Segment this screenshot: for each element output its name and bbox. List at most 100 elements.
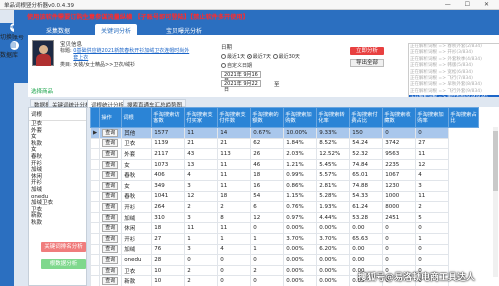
column-header[interactable]: 手淘搜索加购率	[415, 107, 450, 128]
table-row[interactable]: 查询 春秋 406 4 11 18 0.99% 5.57% 65.01 1067 4	[90, 169, 479, 181]
table-cell: 查询	[99, 201, 123, 213]
scrollbar-thumb[interactable]	[493, 131, 498, 191]
table-cell: 0	[382, 127, 417, 139]
table-cell: 查询	[99, 211, 123, 224]
table-row[interactable]: 查询 开衫 264 2 2 6 0.76% 1.93% 61.24 8000 2	[90, 201, 479, 213]
keyword-list-item[interactable]: 卫衣	[29, 121, 86, 128]
query-button[interactable]: 查询	[102, 139, 119, 148]
column-header[interactable]: 手淘搜索转化率	[316, 107, 351, 128]
keyword-list-header: 词根	[29, 108, 86, 121]
column-header[interactable]: 手淘搜索支付件数	[217, 107, 252, 128]
start-analysis-button[interactable]: 立即分析	[350, 47, 384, 55]
window-controls[interactable]: — ☐ ✕	[445, 1, 495, 8]
table-cell: 开衫	[121, 201, 153, 213]
table-row[interactable]: 查询女 349 3 11 16 0.86% 2.81% 74.88 1230 3	[90, 179, 479, 192]
table-cell: 查询	[99, 158, 123, 171]
table-row[interactable]: 查询 休闲 18 11 11 0 0.00% 0.00% 0.00 0 0	[90, 222, 479, 234]
keyword-list-item[interactable]: 春秋	[29, 154, 86, 161]
table-cell: 53.28	[349, 211, 384, 224]
table-cell: 1.84%	[283, 137, 318, 150]
table-cell: 1073	[151, 158, 186, 171]
start-date-input[interactable]: 2021年 9月16日	[221, 71, 261, 84]
table-cell: 12	[184, 190, 219, 203]
table-row[interactable]: 查询 卫衣 1139 21 21 62 1.84% 8.52% 54.24 3742 27	[90, 137, 479, 150]
table-row[interactable]: 查询 春秋 1041 12 18 54 1.15% 5.28% 54.33 1000 11	[90, 190, 479, 203]
query-button[interactable]: 查询	[102, 266, 119, 275]
query-button[interactable]: 查询	[102, 202, 119, 211]
database-button[interactable]: ▤ 数据库	[0, 41, 28, 59]
date-label: 日期	[221, 45, 233, 51]
keyword-list-item[interactable]: 女	[29, 147, 86, 154]
column-header[interactable]: 手淘搜索支付买家	[184, 107, 219, 128]
column-header[interactable]: 操作	[99, 107, 123, 128]
query-button[interactable]: 查询	[102, 277, 119, 286]
end-date-input[interactable]: 2021年 9月22日	[221, 80, 261, 93]
radio-custom-date[interactable]: 自定义日期	[221, 62, 321, 69]
keyword-list-item[interactable]: 女	[29, 134, 86, 141]
keyword-list-item[interactable]: 加绒卫衣	[29, 200, 86, 207]
table-row[interactable]: 查询 onedu 28 0 0 0 0.00% 0.00% 0.00 0 0	[90, 254, 479, 266]
table-cell: 查询	[99, 137, 123, 150]
export-all-button[interactable]: 导出全部	[350, 59, 384, 67]
column-header[interactable]: 手淘搜索加购数	[283, 107, 318, 128]
column-header[interactable]: 手淘搜索收藏数	[382, 107, 417, 128]
query-button[interactable]: 查询	[102, 128, 119, 137]
query-button[interactable]: 查询	[102, 160, 119, 169]
tab-trend-chart[interactable]: 搜索直通车汇总趋势图	[123, 99, 187, 109]
table-cell: 113	[217, 148, 252, 160]
column-header[interactable]	[90, 107, 101, 128]
product-image[interactable]	[32, 40, 54, 66]
column-header[interactable]: 手淘搜索占比	[448, 107, 480, 128]
query-button[interactable]: 查询	[102, 149, 119, 158]
table-cell: 0.00%	[316, 264, 351, 277]
table-row[interactable]: 查询 外套 2117 43 113 26 2.03% 12.52% 52.32 9563 11	[90, 148, 479, 160]
table-cell: 0.67%	[250, 127, 285, 139]
product-title-link[interactable]: 0基础供应链2021新款春秋开衫加绒卫衣连帽时尚外套上衣	[73, 48, 193, 62]
log-panel[interactable]: 正在解析词根 => 春秋外套(2/834) 正在解析词根 => 开衫(3/834)…	[408, 43, 499, 101]
column-header[interactable]: 手淘搜索访客数	[151, 107, 186, 128]
column-header[interactable]: 词根	[121, 107, 153, 128]
table-cell: 65.01	[349, 169, 384, 181]
radio-last-30-days[interactable]: 最近30天	[272, 54, 300, 60]
radio-last-7-days[interactable]: 最近7天	[246, 54, 271, 60]
query-button[interactable]: 查询	[102, 245, 119, 254]
query-button[interactable]: 查询	[102, 234, 119, 243]
table-row[interactable]: ▶ 查询 其他 1577 11 14 0.67% 10.00% 9.33% 150 0 0	[90, 127, 479, 139]
tab-root-stats[interactable]: 词根统计分析	[87, 99, 129, 109]
table-cell: 2.03%	[283, 148, 318, 160]
table-row[interactable]: 查询 开衫 27 1 1 1 3.70% 3.70% 65.63 0 1	[90, 232, 479, 245]
query-button[interactable]: 查询	[102, 171, 119, 180]
keyword-list-item[interactable]: 秋款	[29, 141, 86, 148]
select-product-link[interactable]: 选择商品	[31, 87, 53, 95]
table-cell: 查询	[99, 275, 123, 286]
table-cell: 0.86%	[283, 179, 318, 192]
keyword-list-item[interactable]: 开衫	[29, 180, 86, 187]
keyword-list-item[interactable]: 外套	[29, 128, 86, 135]
table-cell: 74.88	[349, 179, 384, 192]
keyword-list-item[interactable]: 加绒	[29, 187, 86, 194]
query-button[interactable]: 查询	[102, 181, 119, 190]
query-button[interactable]: 查询	[102, 213, 119, 222]
database-label: 数据库	[0, 52, 19, 59]
radio-last-1-day[interactable]: 最近1天	[221, 54, 245, 60]
query-button[interactable]: 查询	[102, 255, 119, 264]
query-button[interactable]: 查询	[102, 224, 119, 233]
table-row[interactable]: 查询女 1073 13 11 46 1.21% 5.45% 74.84 2235 12	[90, 158, 479, 171]
table-row[interactable]: 查询 加绒 310 3 8 12 0.97% 4.44% 53.28 2451 5	[90, 211, 479, 224]
row-indicator	[90, 275, 101, 286]
keyword-list-item[interactable]: 加绒	[29, 167, 86, 174]
table-row[interactable]: 查询 加绒 76 3 4 1 0.00% 6.20% 0.00 0 0	[90, 243, 479, 256]
query-button[interactable]: 查询	[102, 192, 119, 201]
column-header[interactable]: 手淘搜索的额数	[250, 107, 285, 128]
root-data-analysis-button[interactable]: 根数据分析	[41, 259, 86, 269]
column-header[interactable]: 手淘搜索付费占比	[349, 107, 384, 128]
table-cell: 0	[382, 254, 417, 266]
table-cell: 8.52%	[316, 137, 351, 150]
keyword-list-item[interactable]: 新款	[29, 213, 86, 220]
table-scrollbar[interactable]	[493, 127, 498, 277]
keyword-rank-analysis-button[interactable]: 关键词排名分析	[41, 242, 86, 252]
table-cell: 8	[217, 211, 252, 224]
keyword-list-item[interactable]: 秋款	[29, 220, 86, 227]
table-cell: 开衫	[121, 232, 153, 245]
table-cell: 0.00%	[283, 222, 318, 234]
